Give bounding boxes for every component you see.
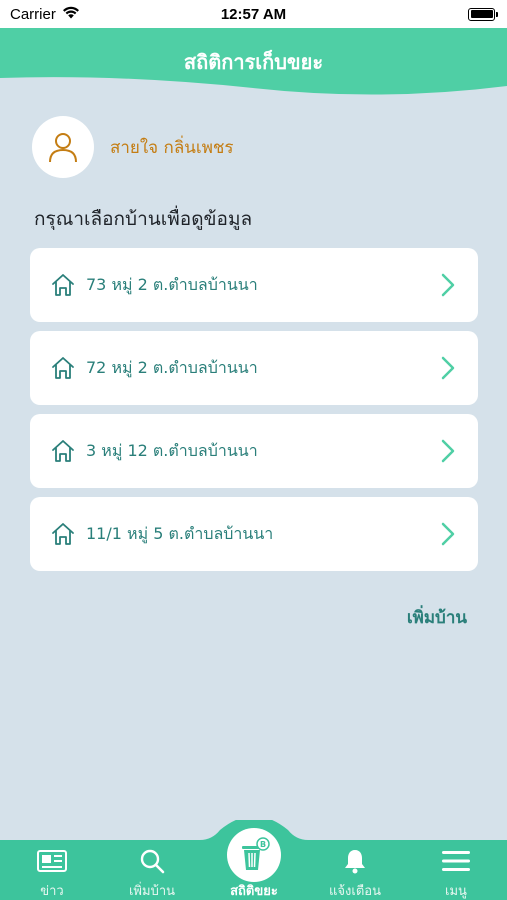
status-left: Carrier [10,6,80,23]
user-name: สายใจ กลิ่นเพชร [110,137,234,158]
header: สถิติการเก็บขยะ [0,26,507,96]
tab-news[interactable]: ข่าว [7,846,97,900]
house-item[interactable]: 73 หมู่ 2 ต.ตำบลบ้านนา [30,248,478,322]
house-label: 3 หมู่ 12 ต.ตำบลบ้านนา [86,440,258,460]
tab-notifications[interactable]: แจ้งเตือน [310,846,400,900]
house-icon [52,357,74,379]
tab-label: สถิติขยะ [230,884,278,899]
user-icon [49,133,77,163]
house-list: 73 หมู่ 2 ต.ตำบลบ้านนา 72 หมู่ 2 ต.ตำบลบ… [30,248,478,580]
tab-add-house[interactable]: เพิ่มบ้าน [107,846,197,900]
status-bar: Carrier 12:57 AM [0,0,507,28]
user-profile: สายใจ กลิ่นเพชร [32,116,234,178]
tab-menu[interactable]: เมนู [411,846,501,900]
house-icon [52,274,74,296]
tab-label: แจ้งเตือน [329,884,381,899]
search-icon [107,846,197,876]
avatar [32,116,94,178]
tab-label: เพิ่มบ้าน [128,884,176,899]
house-item[interactable]: 3 หมู่ 12 ต.ตำบลบ้านนา [30,414,478,488]
carrier-label: Carrier [10,5,56,23]
house-icon [52,440,74,462]
chevron-right-icon [441,273,455,297]
chevron-right-icon [441,522,455,546]
chevron-right-icon [441,439,455,463]
newspaper-icon [7,846,97,876]
select-house-prompt: กรุณาเลือกบ้านเพื่อดูข้อมูล [34,208,253,230]
wifi-icon [62,6,80,23]
add-house-button[interactable]: เพิ่มบ้าน [407,604,467,631]
house-item[interactable]: 72 หมู่ 2 ต.ตำบลบ้านนา [30,331,478,405]
house-label: 73 หมู่ 2 ต.ตำบลบ้านนา [86,274,258,294]
tab-statistics[interactable]: สถิติขยะ [209,846,299,900]
bell-icon [310,846,400,876]
house-label: 11/1 หมู่ 5 ต.ตำบลบ้านนา [86,523,274,543]
house-icon [52,523,74,545]
hamburger-menu-icon [411,846,501,876]
tab-label: เมนู [445,884,467,899]
chevron-right-icon [441,356,455,380]
house-label: 72 หมู่ 2 ต.ตำบลบ้านนา [86,357,258,377]
tab-label: ข่าว [40,884,64,899]
house-item[interactable]: 11/1 หมู่ 5 ต.ตำบลบ้านนา [30,497,478,571]
battery-icon [468,7,498,21]
bottom-tab-bar: ข่าว เพิ่มบ้าน B สถิติขยะ แจ้งเตือน เมนู [0,820,507,900]
page-title: สถิติการเก็บขยะ [183,50,324,74]
